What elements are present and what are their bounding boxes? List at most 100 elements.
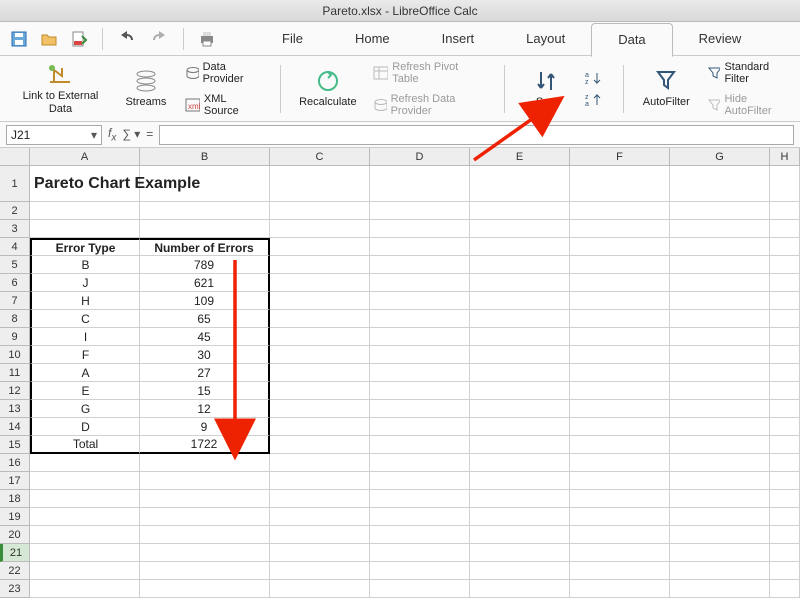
cell-E2[interactable] bbox=[470, 202, 570, 220]
cell-G13[interactable] bbox=[670, 400, 770, 418]
cell-D6[interactable] bbox=[370, 274, 470, 292]
cell-B19[interactable] bbox=[140, 508, 270, 526]
cell-D17[interactable] bbox=[370, 472, 470, 490]
cell-A9[interactable]: I bbox=[30, 328, 140, 346]
cell-A8[interactable]: C bbox=[30, 310, 140, 328]
cell-A6[interactable]: J bbox=[30, 274, 140, 292]
cell-E7[interactable] bbox=[470, 292, 570, 310]
cell-B7[interactable]: 109 bbox=[140, 292, 270, 310]
cell-G2[interactable] bbox=[670, 202, 770, 220]
cell-E14[interactable] bbox=[470, 418, 570, 436]
cell-F17[interactable] bbox=[570, 472, 670, 490]
row-header-1[interactable]: 1 bbox=[0, 166, 30, 202]
cell-C22[interactable] bbox=[270, 562, 370, 580]
cell-F22[interactable] bbox=[570, 562, 670, 580]
cell-D7[interactable] bbox=[370, 292, 470, 310]
cell-H12[interactable] bbox=[770, 382, 800, 400]
cell-G18[interactable] bbox=[670, 490, 770, 508]
cell-H10[interactable] bbox=[770, 346, 800, 364]
cell-G14[interactable] bbox=[670, 418, 770, 436]
cell-C21[interactable] bbox=[270, 544, 370, 562]
cell-H14[interactable] bbox=[770, 418, 800, 436]
cell-C13[interactable] bbox=[270, 400, 370, 418]
cell-C2[interactable] bbox=[270, 202, 370, 220]
cell-B9[interactable]: 45 bbox=[140, 328, 270, 346]
cell-F13[interactable] bbox=[570, 400, 670, 418]
cell-grid[interactable]: Pareto Chart ExampleError TypeNumber of … bbox=[30, 166, 800, 600]
cell-B14[interactable]: 9 bbox=[140, 418, 270, 436]
column-header-E[interactable]: E bbox=[470, 148, 570, 166]
column-header-D[interactable]: D bbox=[370, 148, 470, 166]
cell-G8[interactable] bbox=[670, 310, 770, 328]
cell-D23[interactable] bbox=[370, 580, 470, 598]
cell-A18[interactable] bbox=[30, 490, 140, 508]
cell-H22[interactable] bbox=[770, 562, 800, 580]
cell-G9[interactable] bbox=[670, 328, 770, 346]
column-header-C[interactable]: C bbox=[270, 148, 370, 166]
cell-A20[interactable] bbox=[30, 526, 140, 544]
row-header-14[interactable]: 14 bbox=[0, 418, 30, 436]
cell-D9[interactable] bbox=[370, 328, 470, 346]
cell-H6[interactable] bbox=[770, 274, 800, 292]
recalculate-button[interactable]: Recalculate bbox=[297, 66, 359, 110]
tab-file[interactable]: File bbox=[256, 22, 329, 56]
cell-D18[interactable] bbox=[370, 490, 470, 508]
cell-D11[interactable] bbox=[370, 364, 470, 382]
cell-C19[interactable] bbox=[270, 508, 370, 526]
cell-D13[interactable] bbox=[370, 400, 470, 418]
cell-F10[interactable] bbox=[570, 346, 670, 364]
cell-A7[interactable]: H bbox=[30, 292, 140, 310]
cell-H4[interactable] bbox=[770, 238, 800, 256]
redo-icon[interactable] bbox=[147, 28, 171, 50]
cell-E8[interactable] bbox=[470, 310, 570, 328]
cell-H8[interactable] bbox=[770, 310, 800, 328]
row-header-10[interactable]: 10 bbox=[0, 346, 30, 364]
name-box[interactable]: J21 ▾ bbox=[6, 125, 102, 145]
cell-E13[interactable] bbox=[470, 400, 570, 418]
cell-G12[interactable] bbox=[670, 382, 770, 400]
cell-C14[interactable] bbox=[270, 418, 370, 436]
cell-B21[interactable] bbox=[140, 544, 270, 562]
cell-H1[interactable] bbox=[770, 166, 800, 202]
cell-C20[interactable] bbox=[270, 526, 370, 544]
cell-A5[interactable]: B bbox=[30, 256, 140, 274]
cell-A16[interactable] bbox=[30, 454, 140, 472]
cell-C23[interactable] bbox=[270, 580, 370, 598]
sort-descending-button[interactable]: za bbox=[581, 91, 607, 109]
select-all-corner[interactable] bbox=[0, 148, 30, 166]
cell-E18[interactable] bbox=[470, 490, 570, 508]
row-header-9[interactable]: 9 bbox=[0, 328, 30, 346]
print-icon[interactable] bbox=[196, 28, 218, 50]
row-header-11[interactable]: 11 bbox=[0, 364, 30, 382]
cell-E10[interactable] bbox=[470, 346, 570, 364]
cell-G20[interactable] bbox=[670, 526, 770, 544]
cell-F18[interactable] bbox=[570, 490, 670, 508]
cell-F12[interactable] bbox=[570, 382, 670, 400]
column-header-F[interactable]: F bbox=[570, 148, 670, 166]
cell-C3[interactable] bbox=[270, 220, 370, 238]
cell-G17[interactable] bbox=[670, 472, 770, 490]
column-header-H[interactable]: H bbox=[770, 148, 800, 166]
row-header-16[interactable]: 16 bbox=[0, 454, 30, 472]
function-wizard-icon[interactable]: fx bbox=[108, 126, 116, 143]
row-header-7[interactable]: 7 bbox=[0, 292, 30, 310]
tab-data[interactable]: Data bbox=[591, 23, 672, 57]
cell-H11[interactable] bbox=[770, 364, 800, 382]
sort-ascending-button[interactable]: az bbox=[581, 69, 607, 87]
cell-H18[interactable] bbox=[770, 490, 800, 508]
cell-G5[interactable] bbox=[670, 256, 770, 274]
cell-H23[interactable] bbox=[770, 580, 800, 598]
row-header-20[interactable]: 20 bbox=[0, 526, 30, 544]
cell-C10[interactable] bbox=[270, 346, 370, 364]
cell-D3[interactable] bbox=[370, 220, 470, 238]
cell-C16[interactable] bbox=[270, 454, 370, 472]
cell-G21[interactable] bbox=[670, 544, 770, 562]
cell-G6[interactable] bbox=[670, 274, 770, 292]
cell-A17[interactable] bbox=[30, 472, 140, 490]
cell-A1[interactable]: Pareto Chart Example bbox=[30, 166, 140, 202]
row-header-5[interactable]: 5 bbox=[0, 256, 30, 274]
cell-D10[interactable] bbox=[370, 346, 470, 364]
cell-D20[interactable] bbox=[370, 526, 470, 544]
cell-B15[interactable]: 1722 bbox=[140, 436, 270, 454]
cell-F14[interactable] bbox=[570, 418, 670, 436]
